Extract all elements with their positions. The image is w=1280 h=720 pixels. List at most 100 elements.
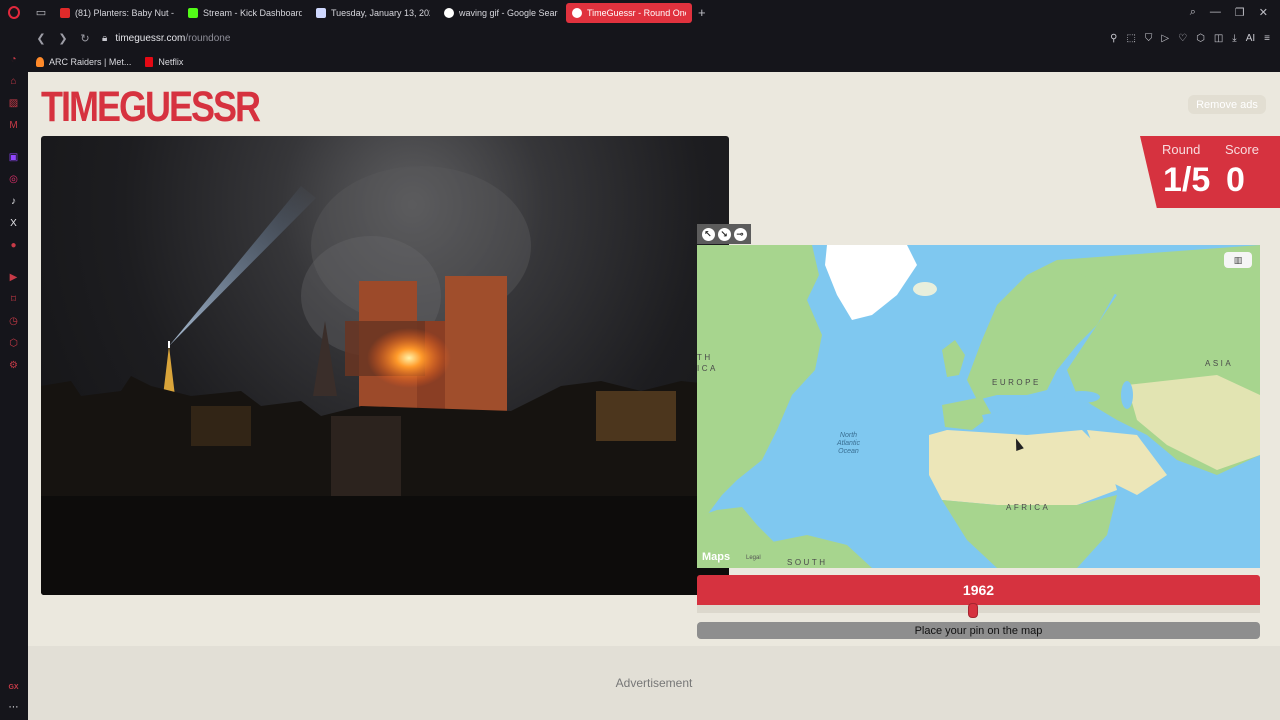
close-icon[interactable]: ✕ (1259, 6, 1268, 19)
maximize-icon[interactable]: ❐ (1235, 6, 1245, 19)
bookmark-label: ARC Raiders | Met... (49, 56, 132, 67)
map-label-north-america-1: TH (697, 353, 713, 362)
map-label-europe: EUROPE (992, 378, 1041, 387)
bookmark-netflix[interactable]: Netflix (145, 56, 184, 67)
photo-illustration (41, 166, 729, 595)
year-slider-thumb[interactable] (967, 603, 978, 618)
place-pin-button[interactable]: Place your pin on the map (697, 622, 1260, 639)
expand-map-icon[interactable]: ↖ (701, 227, 715, 241)
twitch-icon[interactable]: ▣ (7, 151, 20, 164)
tab-label: TimeGuessr - Round One (587, 7, 686, 18)
ocean-label-line-2: Atlantic (837, 440, 860, 447)
browser-sidebar: ◔ ⌂ ▨ M ▣ ◎ ♪ X ● ▶ ⌑ ◷ ⬡ ⚙ GX ⋯ (0, 25, 28, 720)
aria-icon[interactable]: ⌂ (7, 75, 20, 88)
menu-icon[interactable]: ≡ (1264, 33, 1270, 44)
settings-icon[interactable]: ⚙ (7, 359, 20, 372)
arc-raiders-icon (36, 56, 44, 67)
extensions-sidebar-icon[interactable]: ⬡ (7, 337, 20, 350)
tab-calendar[interactable]: Tuesday, January 13, 2026 (310, 3, 436, 23)
map-label-africa: AFRICA (1006, 503, 1051, 512)
back-icon[interactable]: ❮ (32, 32, 50, 45)
remove-ads-button[interactable]: Remove ads (1188, 95, 1266, 114)
tab-label: Tuesday, January 13, 2026 (331, 7, 430, 18)
bookmarks-bar: ARC Raiders | Met... Netflix (28, 51, 1280, 72)
url-domain: timeguessr.com (115, 32, 186, 44)
reload-icon[interactable]: ↻ (76, 32, 94, 45)
tiktok-icon[interactable]: ♪ (7, 195, 20, 208)
timeguessr-icon (572, 7, 582, 18)
ai-button[interactable]: AI (1246, 33, 1255, 44)
lock-icon[interactable]: 🔒︎ (102, 33, 107, 44)
extensions-icon[interactable]: ⬡ (1196, 33, 1205, 44)
url-path: /roundone (185, 32, 231, 44)
forward-icon[interactable]: ❯ (54, 32, 72, 45)
map-label-ocean: North Atlantic Ocean (837, 432, 860, 456)
tab-timeguessr[interactable]: TimeGuessr - Round One (566, 2, 692, 23)
pin-map-icon[interactable]: ⊸ (733, 227, 747, 241)
calendar-icon (316, 7, 326, 18)
address-bar: ❮ ❯ ↻ 🔒︎ timeguessr.com/roundone ⚲ ⬚ ⛉ ▷… (28, 25, 1280, 51)
map-label-south: SOUTH (787, 558, 828, 567)
cathedral-tower-right (445, 276, 507, 411)
round-value: 1/5 (1163, 161, 1211, 199)
tabs-container: (81) Planters: Baby Nut - 2 Stream - Kic… (54, 2, 694, 23)
x-icon[interactable]: X (7, 217, 20, 230)
opera-logo-icon[interactable] (0, 0, 28, 25)
music-icon[interactable]: ● (7, 239, 20, 252)
searchlight-beam (169, 186, 316, 346)
tab-label: (81) Planters: Baby Nut - 2 (75, 7, 174, 18)
score-label: Score (1225, 142, 1259, 157)
score-value: 0 (1226, 161, 1245, 199)
instagram-icon[interactable]: ◎ (7, 173, 20, 186)
mail-icon[interactable]: M (7, 119, 20, 132)
map-type-button[interactable]: ▥ (1224, 252, 1252, 268)
tab-youtube[interactable]: (81) Planters: Baby Nut - 2 (54, 3, 180, 23)
year-slider-track[interactable] (697, 605, 1260, 613)
kick-icon (188, 7, 198, 18)
download-icon[interactable]: ⤓ (1232, 33, 1236, 44)
map-label-north-america-2: ICA (697, 364, 718, 373)
shield-icon[interactable]: ⛉ (1145, 33, 1153, 44)
round-score-panel: Round 1/5 Score 0 (1140, 136, 1280, 208)
pinboard-icon[interactable]: ⌑ (7, 293, 20, 306)
snapshot-icon[interactable]: ⬚ (1126, 33, 1135, 44)
tab-label: waving gif - Google Search (459, 7, 558, 18)
round-photo[interactable] (41, 136, 729, 595)
play-icon[interactable]: ▷ (1161, 33, 1169, 44)
ocean-label-line-3: Ocean (838, 448, 859, 455)
minimize-icon[interactable]: — (1210, 6, 1221, 19)
bookmark-label: Netflix (158, 56, 184, 67)
tab-label: Stream - Kick Dashboard (203, 7, 302, 18)
map-legal-link[interactable]: Legal (746, 555, 761, 561)
new-tab-button[interactable]: + (698, 5, 706, 20)
window-controls: ⌕ — ❐ ✕ (1190, 6, 1280, 19)
north-america (697, 245, 822, 517)
map-label-asia: ASIA (1205, 359, 1234, 368)
speed-dial-icon[interactable]: ◔ (7, 53, 20, 66)
timeguessr-logo[interactable]: TIMEGUESSR (41, 82, 261, 132)
apple-maps-logo: Maps (702, 551, 730, 563)
more-icon[interactable]: ⋯ (7, 701, 20, 714)
netflix-icon (145, 56, 154, 67)
bookmark-arc-raiders[interactable]: ARC Raiders | Met... (36, 56, 132, 67)
history-icon[interactable]: ◷ (7, 315, 20, 328)
search-icon[interactable]: ⌕ (1190, 6, 1196, 19)
pin-icon[interactable]: ⚲ (1110, 33, 1117, 44)
tab-kick[interactable]: Stream - Kick Dashboard (182, 3, 308, 23)
address-bar-actions: ⚲ ⬚ ⛉ ▷ ♡ ⬡ ◫ ⤓ AI ≡ (1110, 33, 1280, 44)
url-field[interactable]: timeguessr.com/roundone (115, 33, 230, 44)
shrink-map-icon[interactable]: ↘ (717, 227, 731, 241)
round-label: Round (1162, 142, 1201, 157)
ocean-label-line-1: North (839, 432, 858, 439)
world-map[interactable]: TH ICA EUROPE ASIA AFRICA SOUTH North At… (697, 245, 1260, 568)
gx-icon[interactable]: GX (7, 681, 20, 694)
tab-menu-icon[interactable]: ▭ (28, 0, 54, 25)
youtube-icon (60, 7, 70, 18)
tab-google[interactable]: waving gif - Google Search (438, 3, 564, 23)
heart-icon[interactable]: ♡ (1178, 33, 1187, 44)
apple-maps-label: Maps (702, 551, 731, 563)
workspace-icon[interactable]: ▨ (7, 97, 20, 110)
timeguessr-page: TIMEGUESSR Remove ads Round 1/5 Score 0 … (28, 72, 1280, 720)
wallet-icon[interactable]: ◫ (1214, 33, 1223, 44)
player-icon[interactable]: ▶ (7, 271, 20, 284)
